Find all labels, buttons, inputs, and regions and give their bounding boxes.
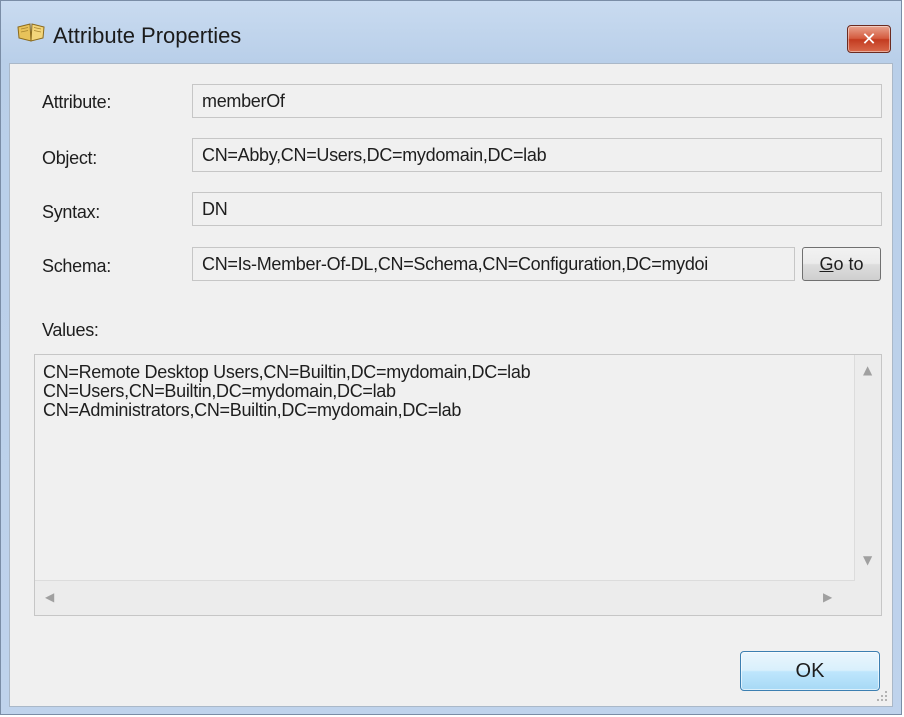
object-field[interactable]: CN=Abby,CN=Users,DC=mydomain,DC=lab (192, 138, 882, 172)
attribute-properties-window: Attribute Properties ✕ Attribute: member… (0, 0, 902, 715)
go-to-button[interactable]: Go to (802, 247, 881, 281)
schema-field[interactable]: CN=Is-Member-Of-DL,CN=Schema,CN=Configur… (192, 247, 795, 281)
title-bar[interactable]: Attribute Properties ✕ (1, 1, 901, 53)
schema-label: Schema: (42, 256, 111, 276)
values-list: CN=Remote Desktop Users,CN=Builtin,DC=my… (43, 363, 531, 420)
book-icon (17, 23, 45, 42)
attribute-label: Attribute: (42, 92, 112, 112)
vertical-scrollbar[interactable]: ▲ ▼ (854, 355, 881, 581)
scroll-up-icon[interactable]: ▲ (863, 363, 872, 377)
close-icon: ✕ (861, 28, 877, 50)
list-item[interactable]: CN=Users,CN=Builtin,DC=mydomain,DC=lab (43, 382, 530, 401)
go-to-label: o to (833, 253, 864, 274)
values-listbox[interactable]: CN=Remote Desktop Users,CN=Builtin,DC=my… (34, 354, 882, 616)
values-label: Values: (42, 320, 99, 340)
object-label: Object: (42, 148, 97, 168)
dialog-body: Attribute: memberOf Object: CN=Abby,CN=U… (9, 63, 893, 707)
attribute-field[interactable]: memberOf (192, 84, 882, 118)
horizontal-scrollbar[interactable]: ◀ ▶ (35, 580, 855, 615)
ok-button[interactable]: OK (740, 651, 880, 691)
scroll-left-icon[interactable]: ◀ (45, 590, 54, 604)
window-title: Attribute Properties (53, 23, 242, 48)
list-item[interactable]: CN=Remote Desktop Users,CN=Builtin,DC=my… (43, 363, 531, 382)
scrollbar-corner (855, 581, 881, 615)
go-to-accelerator: G (819, 253, 834, 274)
syntax-label: Syntax: (42, 202, 100, 222)
close-button[interactable]: ✕ (847, 25, 891, 53)
resize-grip-icon[interactable] (874, 688, 888, 702)
scroll-down-icon[interactable]: ▼ (863, 553, 872, 567)
list-item[interactable]: CN=Administrators,CN=Builtin,DC=mydomain… (43, 401, 530, 420)
syntax-field[interactable]: DN (192, 192, 882, 226)
scroll-right-icon[interactable]: ▶ (823, 590, 832, 604)
